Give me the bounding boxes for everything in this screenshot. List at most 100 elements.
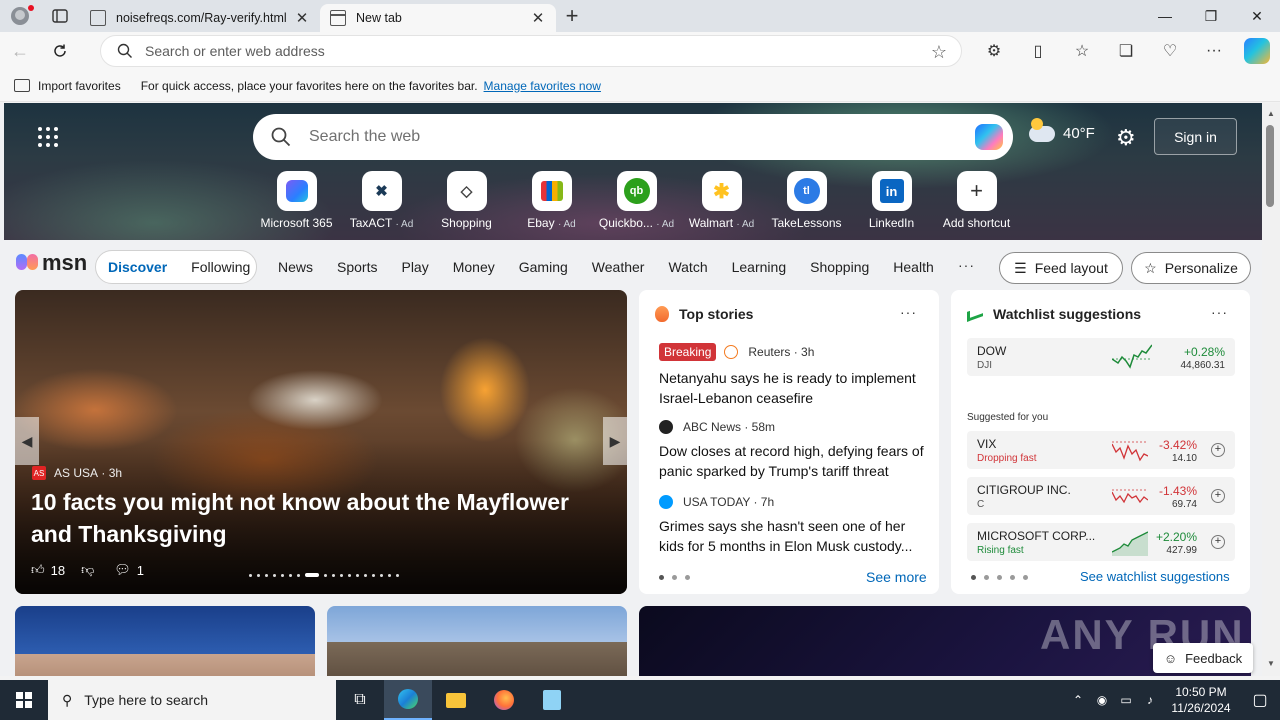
see-watchlist-link[interactable]: See watchlist suggestions — [1080, 569, 1230, 584]
tab-actions-button[interactable] — [40, 0, 80, 32]
stock-row-microsoft[interactable]: MICROSOFT CORP... Rising fast +2.20% 427… — [967, 523, 1235, 561]
scroll-down-icon[interactable]: ▼ — [1267, 659, 1275, 668]
see-more-link[interactable]: See more — [866, 569, 927, 585]
settings-gear-icon[interactable]: ⚙ — [1116, 125, 1136, 151]
stock-row-dow[interactable]: DOW DJI +0.28% 44,860.31 — [967, 338, 1235, 376]
nav-news[interactable]: News — [278, 259, 313, 275]
web-search-input[interactable] — [309, 128, 949, 146]
stock-sub: C — [977, 499, 985, 510]
featured-story-card[interactable]: ◀ ▶ AS AS USA · 3h 10 facts you might no… — [15, 290, 627, 594]
nav-gaming[interactable]: Gaming — [519, 259, 568, 275]
stock-row-vix[interactable]: VIX Dropping fast -3.42% 14.10 + — [967, 431, 1235, 469]
start-button[interactable] — [0, 680, 48, 720]
comment-icon[interactable]: 💬︎ — [114, 562, 131, 578]
shortcut-microsoft-365[interactable]: Microsoft 365 — [254, 171, 339, 230]
close-window-icon[interactable]: ✕ — [1234, 0, 1280, 32]
more-options-icon[interactable]: ··· — [900, 304, 917, 320]
chevron-up-icon[interactable]: ⌃ — [1066, 693, 1090, 707]
shortcut-quickbooks[interactable]: qb Quickbo... · Ad — [594, 171, 679, 230]
split-screen-icon[interactable]: ▯ — [1016, 32, 1060, 70]
network-icon[interactable]: ▭ — [1114, 693, 1138, 707]
shortcut-walmart[interactable]: ✱ Walmart · Ad — [679, 171, 764, 230]
tab-discover[interactable]: Discover — [108, 259, 167, 275]
profile-button[interactable] — [0, 0, 40, 32]
scroll-up-icon[interactable]: ▲ — [1267, 109, 1275, 118]
carousel-next-icon[interactable]: ▶ — [603, 417, 627, 465]
add-to-watchlist-icon[interactable]: + — [1211, 443, 1225, 457]
carousel-prev-icon[interactable]: ◀ — [15, 417, 39, 465]
tab-new-tab[interactable]: New tab ✕ — [320, 4, 556, 32]
collections-icon[interactable]: ❏ — [1104, 32, 1148, 70]
refresh-button[interactable] — [40, 33, 80, 69]
story-item[interactable]: USA TODAY · 7h Grimes says she hasn't se… — [659, 495, 929, 556]
add-to-watchlist-icon[interactable]: + — [1211, 489, 1225, 503]
performance-icon[interactable]: ♡ — [1148, 32, 1192, 70]
nav-health[interactable]: Health — [893, 259, 933, 275]
browser-toolbar: ← ☆ ⚙ ▯ ☆ ❏ ♡ ··· — [0, 32, 1280, 70]
feedback-button[interactable]: ☺ Feedback — [1153, 643, 1253, 673]
firefox-icon[interactable] — [480, 680, 528, 720]
copilot-icon[interactable] — [1244, 38, 1270, 64]
security-icon[interactable]: ◉ — [1090, 693, 1114, 707]
sparkline-chart — [1112, 531, 1148, 556]
nav-watch[interactable]: Watch — [668, 259, 707, 275]
extensions-icon[interactable]: ⚙ — [972, 32, 1016, 70]
system-clock[interactable]: 10:50 PM 11/26/2024 — [1162, 684, 1240, 716]
more-menu-icon[interactable]: ··· — [1192, 32, 1236, 70]
shortcut-takelessons[interactable]: tl TakeLessons — [764, 171, 849, 230]
stock-row-citigroup[interactable]: CITIGROUP INC. C -1.43% 69.74 + — [967, 477, 1235, 515]
nav-play[interactable]: Play — [401, 259, 428, 275]
nav-weather[interactable]: Weather — [592, 259, 645, 275]
tab-following[interactable]: Following — [191, 259, 250, 275]
nav-learning[interactable]: Learning — [732, 259, 787, 275]
address-bar[interactable]: ☆ — [100, 35, 962, 67]
address-input[interactable] — [145, 43, 905, 59]
story-item[interactable]: Breaking Reuters · 3h Netanyahu says he … — [659, 343, 929, 408]
sign-in-button[interactable]: Sign in — [1154, 118, 1237, 155]
web-search-box[interactable] — [253, 114, 1013, 160]
notifications-icon[interactable]: ▢ — [1240, 690, 1280, 710]
nav-sports[interactable]: Sports — [337, 259, 377, 275]
new-tab-button[interactable]: + — [556, 0, 588, 32]
copilot-icon[interactable] — [975, 124, 1003, 150]
close-tab-icon[interactable]: ✕ — [530, 9, 546, 27]
file-explorer-icon[interactable] — [432, 680, 480, 720]
tab-noisefreqs[interactable]: noisefreqs.com/Ray-verify.html ✕ — [80, 4, 320, 32]
minimize-icon[interactable]: — — [1142, 0, 1188, 32]
close-tab-icon[interactable]: ✕ — [294, 9, 310, 27]
weather-widget[interactable]: 40°F — [1029, 117, 1095, 142]
shortcut-add[interactable]: + Add shortcut — [934, 171, 1019, 230]
favorite-star-icon[interactable]: ☆ — [931, 42, 947, 63]
feed-layout-button[interactable]: ☰ Feed layout — [999, 252, 1123, 284]
volume-icon[interactable]: ♪ — [1138, 693, 1162, 707]
shortcut-linkedin[interactable]: in LinkedIn — [849, 171, 934, 230]
story-card-image[interactable] — [15, 606, 315, 676]
thumbs-up-icon[interactable]: 👍︎ — [31, 562, 45, 578]
more-options-icon[interactable]: ··· — [1211, 304, 1228, 320]
notepad-icon[interactable] — [528, 680, 576, 720]
restore-icon[interactable]: ❐ — [1188, 0, 1234, 32]
favorites-icon[interactable]: ☆ — [1060, 32, 1104, 70]
back-button[interactable]: ← — [0, 33, 40, 69]
shortcut-shopping[interactable]: ◇ Shopping — [424, 171, 509, 230]
app-launcher-icon[interactable] — [38, 127, 58, 147]
personalize-button[interactable]: ☆ Personalize — [1131, 252, 1251, 284]
taskbar-search[interactable]: ⚲ Type here to search — [48, 680, 336, 720]
story-card-image[interactable] — [327, 606, 627, 676]
add-to-watchlist-icon[interactable]: + — [1211, 535, 1225, 549]
msn-logo[interactable]: msn — [16, 250, 87, 276]
story-item[interactable]: ABC News · 58m Dow closes at record high… — [659, 420, 929, 481]
shortcut-ebay[interactable]: Ebay · Ad — [509, 171, 594, 230]
scrollbar-thumb[interactable] — [1266, 125, 1274, 207]
shortcut-taxact[interactable]: ✖ TaxACT · Ad — [339, 171, 424, 230]
import-favorites-button[interactable]: Import favorites — [14, 79, 121, 93]
task-view-icon[interactable]: ⧉ — [336, 680, 384, 720]
nav-money[interactable]: Money — [453, 259, 495, 275]
thumbs-down-icon[interactable]: 👎︎ — [81, 562, 94, 578]
edge-browser-icon[interactable] — [384, 680, 432, 720]
nav-shopping[interactable]: Shopping — [810, 259, 869, 275]
page-scrollbar[interactable]: ▲ ▼ — [1262, 103, 1280, 676]
story-headline[interactable]: 10 facts you might not know about the Ma… — [31, 486, 611, 550]
more-categories-icon[interactable]: ··· — [958, 257, 975, 273]
manage-favorites-link[interactable]: Manage favorites now — [484, 79, 601, 93]
